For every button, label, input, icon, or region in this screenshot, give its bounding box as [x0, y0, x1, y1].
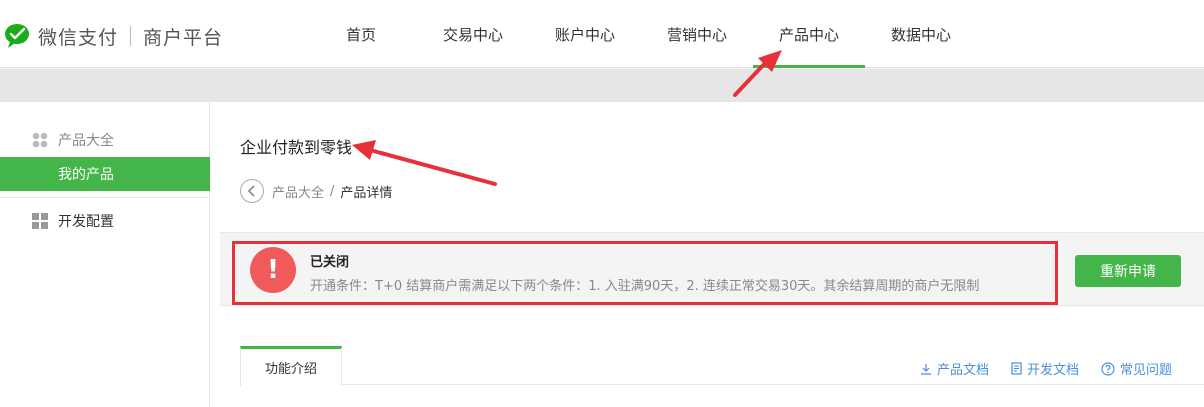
breadcrumb: 产品大全 / 产品详情: [240, 179, 392, 203]
apps-icon: [32, 132, 48, 148]
breadcrumb-current: 产品详情: [340, 185, 393, 201]
nav-item-products[interactable]: 产品中心: [753, 0, 865, 68]
dev-docs-label: 开发文档: [1026, 363, 1079, 378]
sidebar-item-my-products[interactable]: 我的产品: [0, 157, 210, 191]
sidebar: 产品大全 我的产品 开发配置: [0, 102, 210, 407]
sidebar-group-products: 产品大全 我的产品: [0, 127, 210, 191]
back-button[interactable]: [240, 179, 264, 203]
faq-link[interactable]: 常见问题: [1101, 359, 1172, 378]
nav-item-home[interactable]: 首页: [305, 0, 417, 68]
sidebar-item-dev-config[interactable]: 开发配置: [0, 208, 210, 234]
sidebar-group-dev: 开发配置: [0, 208, 210, 234]
brand[interactable]: 微信支付 商户平台: [4, 22, 223, 50]
sidebar-item-all-products[interactable]: 产品大全: [0, 127, 210, 153]
chevron-left-icon: [247, 185, 255, 197]
alert-icon: !: [250, 247, 296, 293]
grid-icon: [32, 213, 48, 229]
main-nav: 首页 交易中心 账户中心 营销中心 产品中心 数据中心: [305, 0, 977, 68]
nav-item-account[interactable]: 账户中心: [529, 0, 641, 68]
top-navbar: 微信支付 商户平台 首页 交易中心 账户中心 营销中心 产品中心 数据中心: [0, 0, 1204, 68]
reapply-button[interactable]: 重新申请: [1075, 255, 1181, 287]
document-icon: [1011, 362, 1022, 375]
wechat-logo-icon: [5, 24, 29, 48]
status-notice: ! 已关闭 开通条件：T+0 结算商户需满足以下两个条件：1. 入驻满90天，2…: [220, 232, 1204, 306]
doc-links: 产品文档 开发文档 常见问题: [898, 359, 1172, 378]
tabs-divider: [240, 384, 1204, 385]
breadcrumb-parent[interactable]: 产品大全: [272, 182, 324, 201]
sidebar-item-label: 产品大全: [58, 133, 114, 149]
main-content: 企业付款到零钱 产品大全 / 产品详情 ! 已关闭 开通条件：T+0 结算商户需…: [210, 102, 1204, 407]
download-icon: [920, 363, 931, 375]
sidebar-divider: [0, 197, 210, 198]
help-icon: [1101, 361, 1115, 376]
nav-item-data[interactable]: 数据中心: [865, 0, 977, 68]
nav-item-marketing[interactable]: 营销中心: [641, 0, 753, 68]
status-description: 开通条件：T+0 结算商户需满足以下两个条件：1. 入驻满90天，2. 连续正常…: [310, 279, 980, 294]
product-docs-link[interactable]: 产品文档: [920, 359, 989, 378]
sidebar-item-label: 开发配置: [58, 214, 114, 230]
brand-divider: [130, 26, 132, 46]
nav-item-transactions[interactable]: 交易中心: [417, 0, 529, 68]
brand-subtitle: 商户平台: [143, 26, 224, 49]
faq-label: 常见问题: [1119, 363, 1172, 378]
highlight-box: [232, 241, 1058, 305]
page-title: 企业付款到零钱: [240, 138, 353, 157]
brand-name: 微信支付: [38, 26, 119, 49]
tab-features[interactable]: 功能介绍: [240, 346, 342, 386]
status-title: 已关闭: [310, 255, 350, 270]
product-docs-label: 产品文档: [936, 363, 989, 378]
dev-docs-link[interactable]: 开发文档: [1011, 359, 1079, 378]
header-band: [0, 69, 1204, 102]
breadcrumb-separator: /: [330, 183, 335, 199]
